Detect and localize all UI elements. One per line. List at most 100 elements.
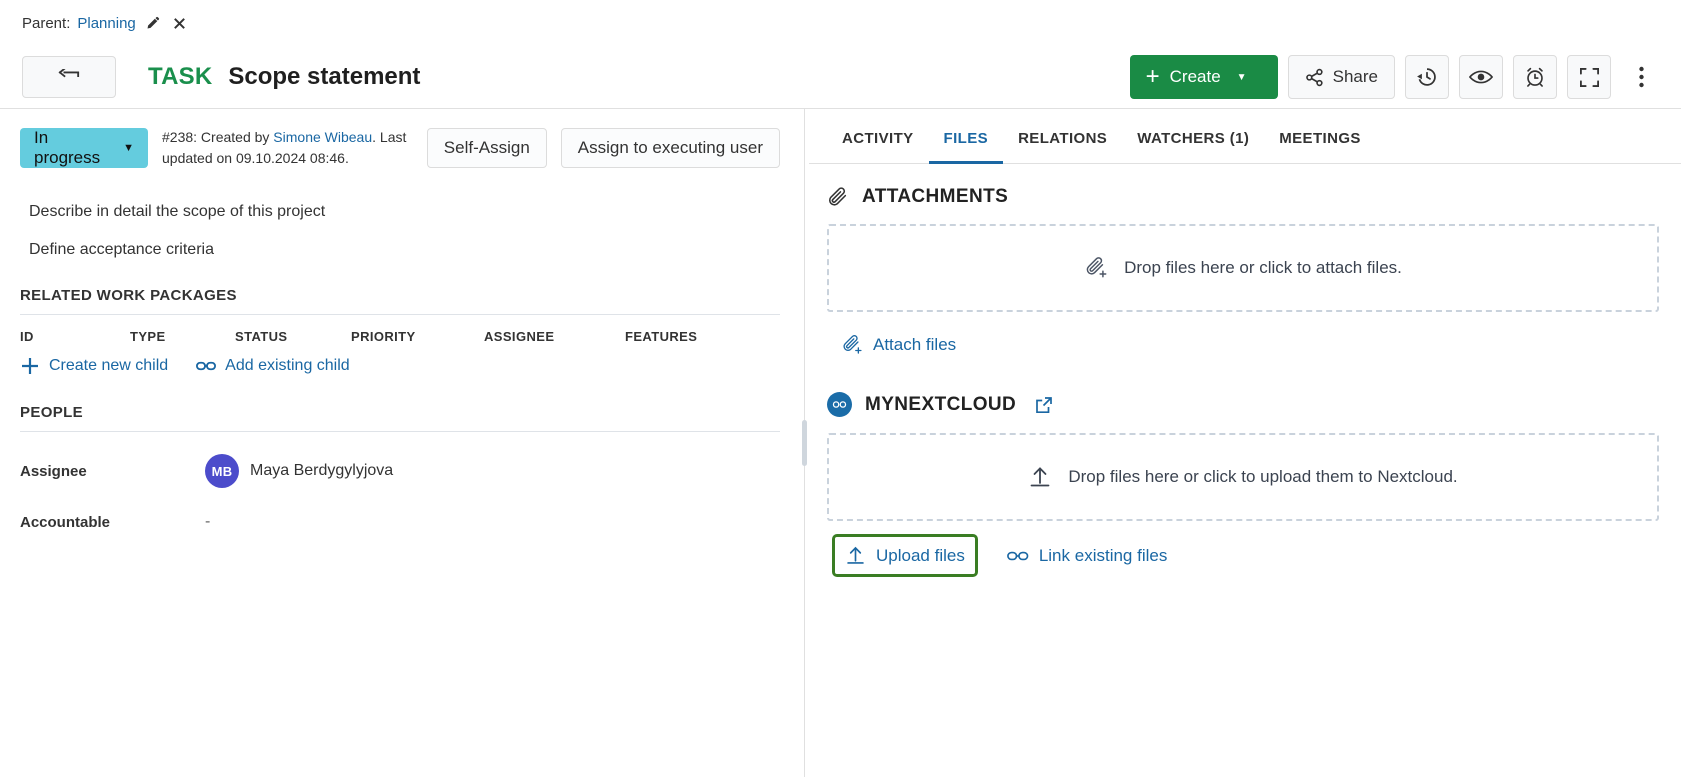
pencil-icon[interactable] [143, 13, 163, 33]
back-button[interactable] [22, 56, 116, 98]
watch-eye-icon[interactable] [1459, 55, 1503, 99]
paperclip-icon [827, 186, 849, 208]
description-line: Describe in detail the scope of this pro… [29, 203, 780, 221]
create-new-child-button[interactable]: Create new child [20, 356, 168, 376]
attachments-title: ATTACHMENTS [862, 186, 1008, 208]
breadcrumb: Parent: Planning [0, 0, 1681, 46]
reminder-alarm-icon[interactable] [1513, 55, 1557, 99]
fullscreen-icon[interactable] [1567, 55, 1611, 99]
nextcloud-dropzone-text: Drop files here or click to upload them … [1068, 467, 1457, 487]
people-section: PEOPLE Assignee MB Maya Berdygylyjova Ac… [0, 404, 780, 534]
paperclip-plus-icon [841, 334, 863, 356]
nextcloud-section: MYNEXTCLOUD [827, 392, 1659, 574]
attach-files-label: Attach files [873, 335, 956, 355]
description[interactable]: Describe in detail the scope of this pro… [0, 185, 780, 259]
close-icon[interactable] [170, 13, 190, 33]
pane-resizer[interactable] [800, 109, 809, 777]
field-label: Accountable [20, 514, 205, 531]
add-existing-child-label: Add existing child [225, 357, 350, 375]
column-header-assignee: ASSIGNEE [484, 329, 625, 344]
tab-watchers[interactable]: WATCHERS (1) [1122, 130, 1264, 164]
field-value[interactable]: - [205, 513, 210, 531]
arrow-left-icon [58, 69, 80, 85]
nextcloud-header: MYNEXTCLOUD [827, 392, 1659, 417]
description-line: Define acceptance criteria [29, 241, 780, 259]
create-button-label: Create [1170, 67, 1221, 87]
nextcloud-dropzone[interactable]: Drop files here or click to upload them … [827, 433, 1659, 521]
section-title: PEOPLE [20, 404, 780, 431]
nextcloud-title: MYNEXTCLOUD [865, 394, 1016, 416]
status-badge[interactable]: In progress ▼ [20, 128, 148, 168]
create-new-child-label: Create new child [49, 357, 168, 375]
attachments-actions: Attach files [827, 312, 1659, 362]
pane-resize-handle[interactable] [802, 420, 807, 466]
breadcrumb-parent-link[interactable]: Planning [77, 15, 135, 32]
work-package-type: TASK [148, 63, 212, 91]
breadcrumb-label: Parent: [22, 15, 70, 32]
upload-files-button[interactable]: Upload files [835, 537, 975, 574]
right-pane: ACTIVITY FILES RELATIONS WATCHERS (1) ME… [809, 109, 1681, 777]
page-title: Scope statement [228, 63, 420, 91]
attach-files-button[interactable]: Attach files [835, 328, 962, 362]
column-header-status: STATUS [235, 329, 351, 344]
tab-bar: ACTIVITY FILES RELATIONS WATCHERS (1) ME… [809, 109, 1681, 164]
tab-meetings[interactable]: MEETINGS [1264, 130, 1376, 164]
accountable-name: - [205, 513, 210, 531]
column-header-features: FEATURES [625, 329, 745, 344]
link-existing-files-label: Link existing files [1039, 546, 1168, 566]
upload-icon [845, 545, 866, 566]
assignee-name: Maya Berdygylyjova [250, 462, 393, 480]
work-package-meta: #238: Created by Simone Wibeau. Last upd… [162, 127, 413, 169]
create-button[interactable]: + Create ▼ [1130, 55, 1278, 99]
tab-relations[interactable]: RELATIONS [1003, 130, 1122, 164]
left-pane: In progress ▼ #238: Created by Simone Wi… [0, 109, 800, 777]
people-row-assignee: Assignee MB Maya Berdygylyjova [20, 432, 780, 488]
share-button[interactable]: Share [1288, 55, 1395, 99]
section-title: RELATED WORK PACKAGES [20, 287, 780, 314]
column-header-id: ID [20, 329, 130, 344]
work-package-header: TASK Scope statement + Create ▼ Share [0, 46, 1681, 108]
share-button-label: Share [1333, 67, 1378, 87]
detail-split: In progress ▼ #238: Created by Simone Wi… [0, 108, 1681, 777]
add-existing-child-button[interactable]: Add existing child [196, 357, 350, 375]
related-actions: Create new child Add existing child [20, 344, 780, 376]
external-link-icon[interactable] [1035, 396, 1053, 414]
column-header-type: TYPE [130, 329, 235, 344]
tab-files[interactable]: FILES [929, 130, 1004, 164]
meta-prefix: #238: Created by [162, 129, 273, 145]
status-badge-label: In progress [34, 128, 109, 168]
tab-activity[interactable]: ACTIVITY [827, 130, 929, 164]
related-work-packages-section: RELATED WORK PACKAGES ID TYPE STATUS PRI… [0, 287, 780, 376]
field-value[interactable]: MB Maya Berdygylyjova [205, 454, 393, 488]
table-header-row: ID TYPE STATUS PRIORITY ASSIGNEE FEATURE… [20, 315, 780, 344]
more-vertical-icon[interactable] [1621, 55, 1661, 99]
attachments-header: ATTACHMENTS [827, 186, 1659, 208]
attachments-dropzone-text: Drop files here or click to attach files… [1124, 258, 1402, 278]
column-header-priority: PRIORITY [351, 329, 484, 344]
upload-files-label: Upload files [876, 546, 965, 566]
link-existing-files-button[interactable]: Link existing files [1001, 540, 1174, 572]
plus-icon: + [1146, 65, 1160, 89]
link-chain-plus-icon [1007, 548, 1029, 564]
activity-history-icon[interactable] [1405, 55, 1449, 99]
link-chain-icon [196, 359, 216, 373]
files-tab-content: ATTACHMENTS Drop files here or click to … [809, 164, 1681, 574]
share-icon [1305, 68, 1324, 87]
people-row-accountable: Accountable - [20, 488, 780, 534]
paperclip-plus-icon [1084, 256, 1108, 280]
plus-icon [20, 356, 40, 376]
avatar[interactable]: MB [205, 454, 239, 488]
meta-author-link[interactable]: Simone Wibeau [273, 129, 372, 145]
nextcloud-actions: Upload files Link existing files [827, 521, 1659, 574]
header-toolbar: + Create ▼ Share [1130, 55, 1661, 99]
assign-executing-user-button[interactable]: Assign to executing user [561, 128, 780, 168]
field-label: Assignee [20, 463, 205, 480]
nextcloud-icon [827, 392, 852, 417]
chevron-down-icon: ▼ [1237, 72, 1247, 83]
attachments-dropzone[interactable]: Drop files here or click to attach files… [827, 224, 1659, 312]
upload-icon [1028, 465, 1052, 489]
attachments-section: ATTACHMENTS Drop files here or click to … [827, 186, 1659, 362]
chevron-down-icon: ▼ [123, 142, 134, 154]
self-assign-button[interactable]: Self-Assign [427, 128, 547, 168]
work-package-detail-view: Parent: Planning TASK Scope statement + … [0, 0, 1681, 777]
